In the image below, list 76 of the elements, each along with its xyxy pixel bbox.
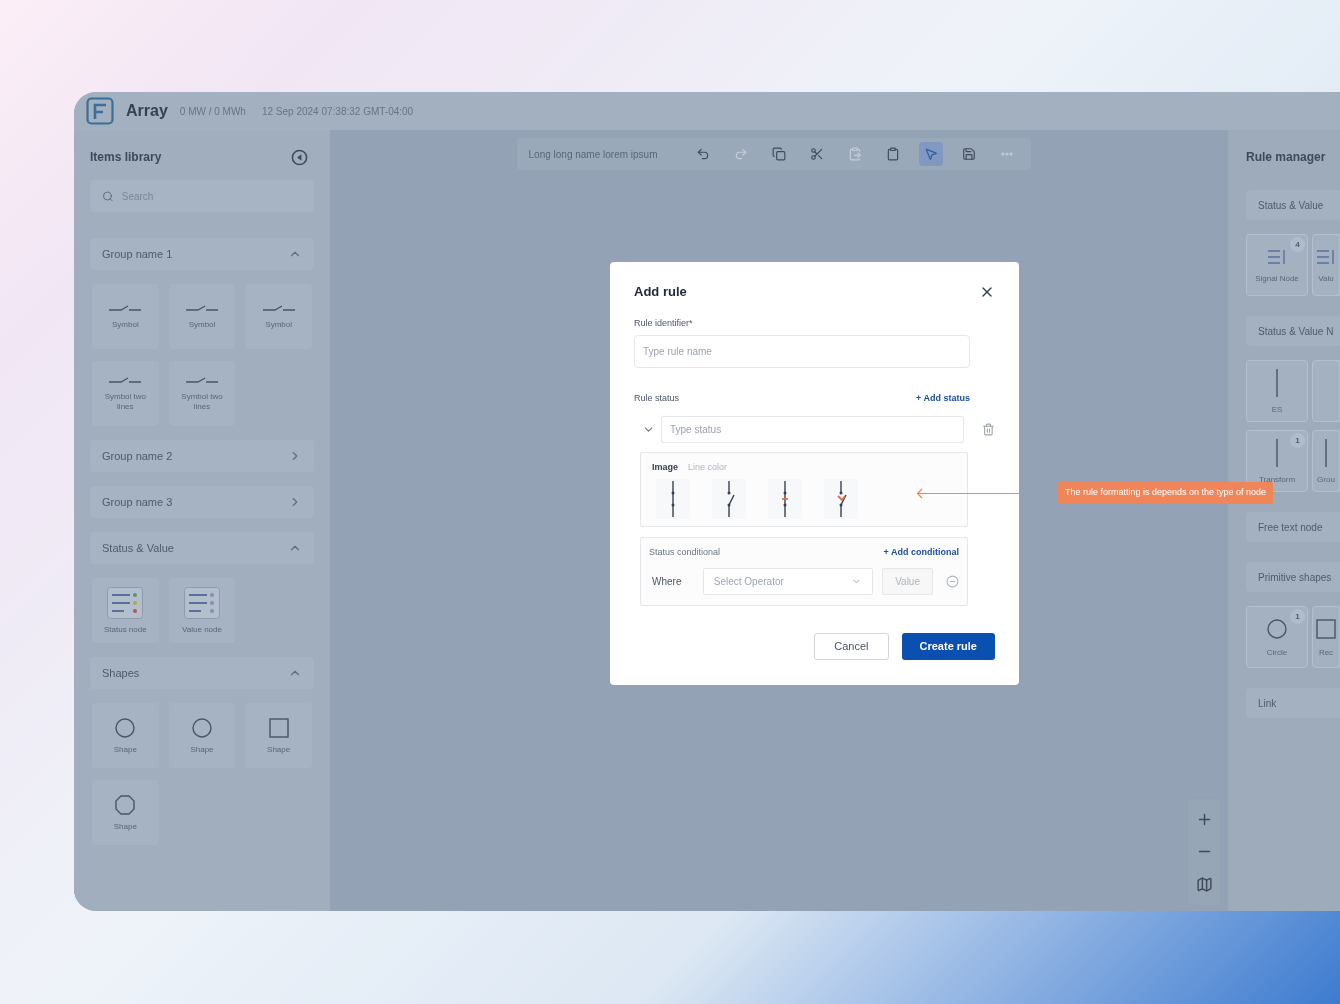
square-shape-icon xyxy=(1315,617,1337,640)
section-label: Status conditional xyxy=(649,545,721,559)
library-item[interactable]: Shape xyxy=(92,703,159,768)
library-item[interactable]: Symbol two lines xyxy=(168,361,236,426)
list-node-icon xyxy=(107,586,144,619)
app-name: Array xyxy=(126,101,168,121)
toolbar-button[interactable] xyxy=(919,142,944,166)
timestamp: 12 Sep 2024 07:38:32 GMT-04:00 xyxy=(261,104,414,119)
vertical-line-icon xyxy=(1275,438,1279,467)
list-node-icon xyxy=(1266,247,1288,266)
circle-shape-icon xyxy=(114,716,137,739)
diagram-name: Long long name lorem ipsum xyxy=(528,147,658,162)
cancel-button[interactable]: Cancel xyxy=(814,633,889,660)
switch-symbol-icon xyxy=(108,375,143,386)
tab[interactable]: Image xyxy=(652,460,678,474)
vertical-line-icon xyxy=(1324,438,1328,467)
library-item[interactable]: Status node xyxy=(92,578,159,643)
switch-symbol-icon xyxy=(108,303,143,314)
square-shape-icon xyxy=(267,716,290,739)
list-node-icon xyxy=(184,586,220,619)
create-button[interactable]: Create rule xyxy=(901,633,995,660)
library-item[interactable]: Symbol xyxy=(245,284,312,349)
panel-title: Items library xyxy=(90,149,162,166)
library-item[interactable]: Shape xyxy=(168,703,236,768)
circle-shape-icon xyxy=(191,716,213,739)
count-badge: 1 xyxy=(1290,609,1305,624)
circle-shape-icon xyxy=(1266,617,1288,640)
rule-name-field[interactable]: Type rule name xyxy=(634,335,970,368)
vertical-line-icon xyxy=(1275,368,1279,397)
library-item[interactable]: Shape xyxy=(245,703,312,768)
field-label: Rule identifier* xyxy=(634,316,694,330)
library-item[interactable]: Value node xyxy=(168,578,236,643)
library-item[interactable]: Symbol xyxy=(168,284,236,349)
group-header[interactable]: Status & Value xyxy=(90,532,314,564)
where-label: Where xyxy=(651,575,683,589)
add-status-link[interactable]: + Add status xyxy=(916,392,970,406)
section-header[interactable]: Link xyxy=(1246,688,1340,718)
field-label: Rule status xyxy=(634,392,680,405)
dialog-title: Add rule xyxy=(634,283,687,301)
rule-item[interactable]: Grou xyxy=(1312,430,1340,492)
rule-item[interactable]: Valu xyxy=(1312,234,1340,296)
status-name-field[interactable]: Type status xyxy=(661,415,965,443)
value-field[interactable]: Value xyxy=(882,568,934,595)
section-header[interactable]: Status & Value xyxy=(1246,190,1340,220)
list-node-icon xyxy=(1315,247,1337,266)
octagon-shape-icon xyxy=(114,793,137,816)
group-header[interactable]: Shapes xyxy=(90,657,314,689)
group-header[interactable]: Group name 2 xyxy=(90,440,314,472)
remove-icon[interactable] xyxy=(946,575,959,588)
rule-item[interactable]: ES xyxy=(1246,360,1308,422)
group-header[interactable]: Group name 1 xyxy=(90,238,314,270)
rule-item[interactable]: Signal Node 4 xyxy=(1246,234,1308,296)
tab[interactable]: Line color xyxy=(688,460,728,474)
section-header[interactable]: Status & Value N xyxy=(1246,316,1340,346)
switch-symbol-icon xyxy=(185,375,219,386)
annotation-callout: The rule formatting is depends on the type of node xyxy=(1058,482,1274,504)
library-item[interactable]: Symbol xyxy=(92,284,159,349)
rule-item[interactable]: Circle 1 xyxy=(1246,606,1308,668)
section-header[interactable]: Primitive shapes xyxy=(1246,562,1340,592)
switch-symbol-icon xyxy=(185,303,219,314)
library-item[interactable]: Shape xyxy=(92,780,159,845)
operator-select[interactable]: Select Operator xyxy=(702,568,874,595)
app-logo xyxy=(86,97,114,125)
count-badge: 4 xyxy=(1290,237,1305,252)
rule-item[interactable]: Rec xyxy=(1312,606,1340,668)
search-icon xyxy=(102,189,114,203)
collapse-panel-icon[interactable] xyxy=(291,148,308,166)
section-header[interactable]: Free text node xyxy=(1246,512,1340,542)
count-badge: 1 xyxy=(1290,433,1305,448)
switch-symbol-icon xyxy=(261,303,296,314)
panel-title: Rule manager xyxy=(1246,149,1327,166)
group-header[interactable]: Group name 3 xyxy=(90,486,314,518)
trash-icon[interactable] xyxy=(982,422,995,436)
add-conditional-link[interactable]: + Add conditional xyxy=(883,545,959,559)
map-icon[interactable] xyxy=(1195,876,1213,894)
library-item[interactable]: Symbol two lines xyxy=(92,361,159,426)
